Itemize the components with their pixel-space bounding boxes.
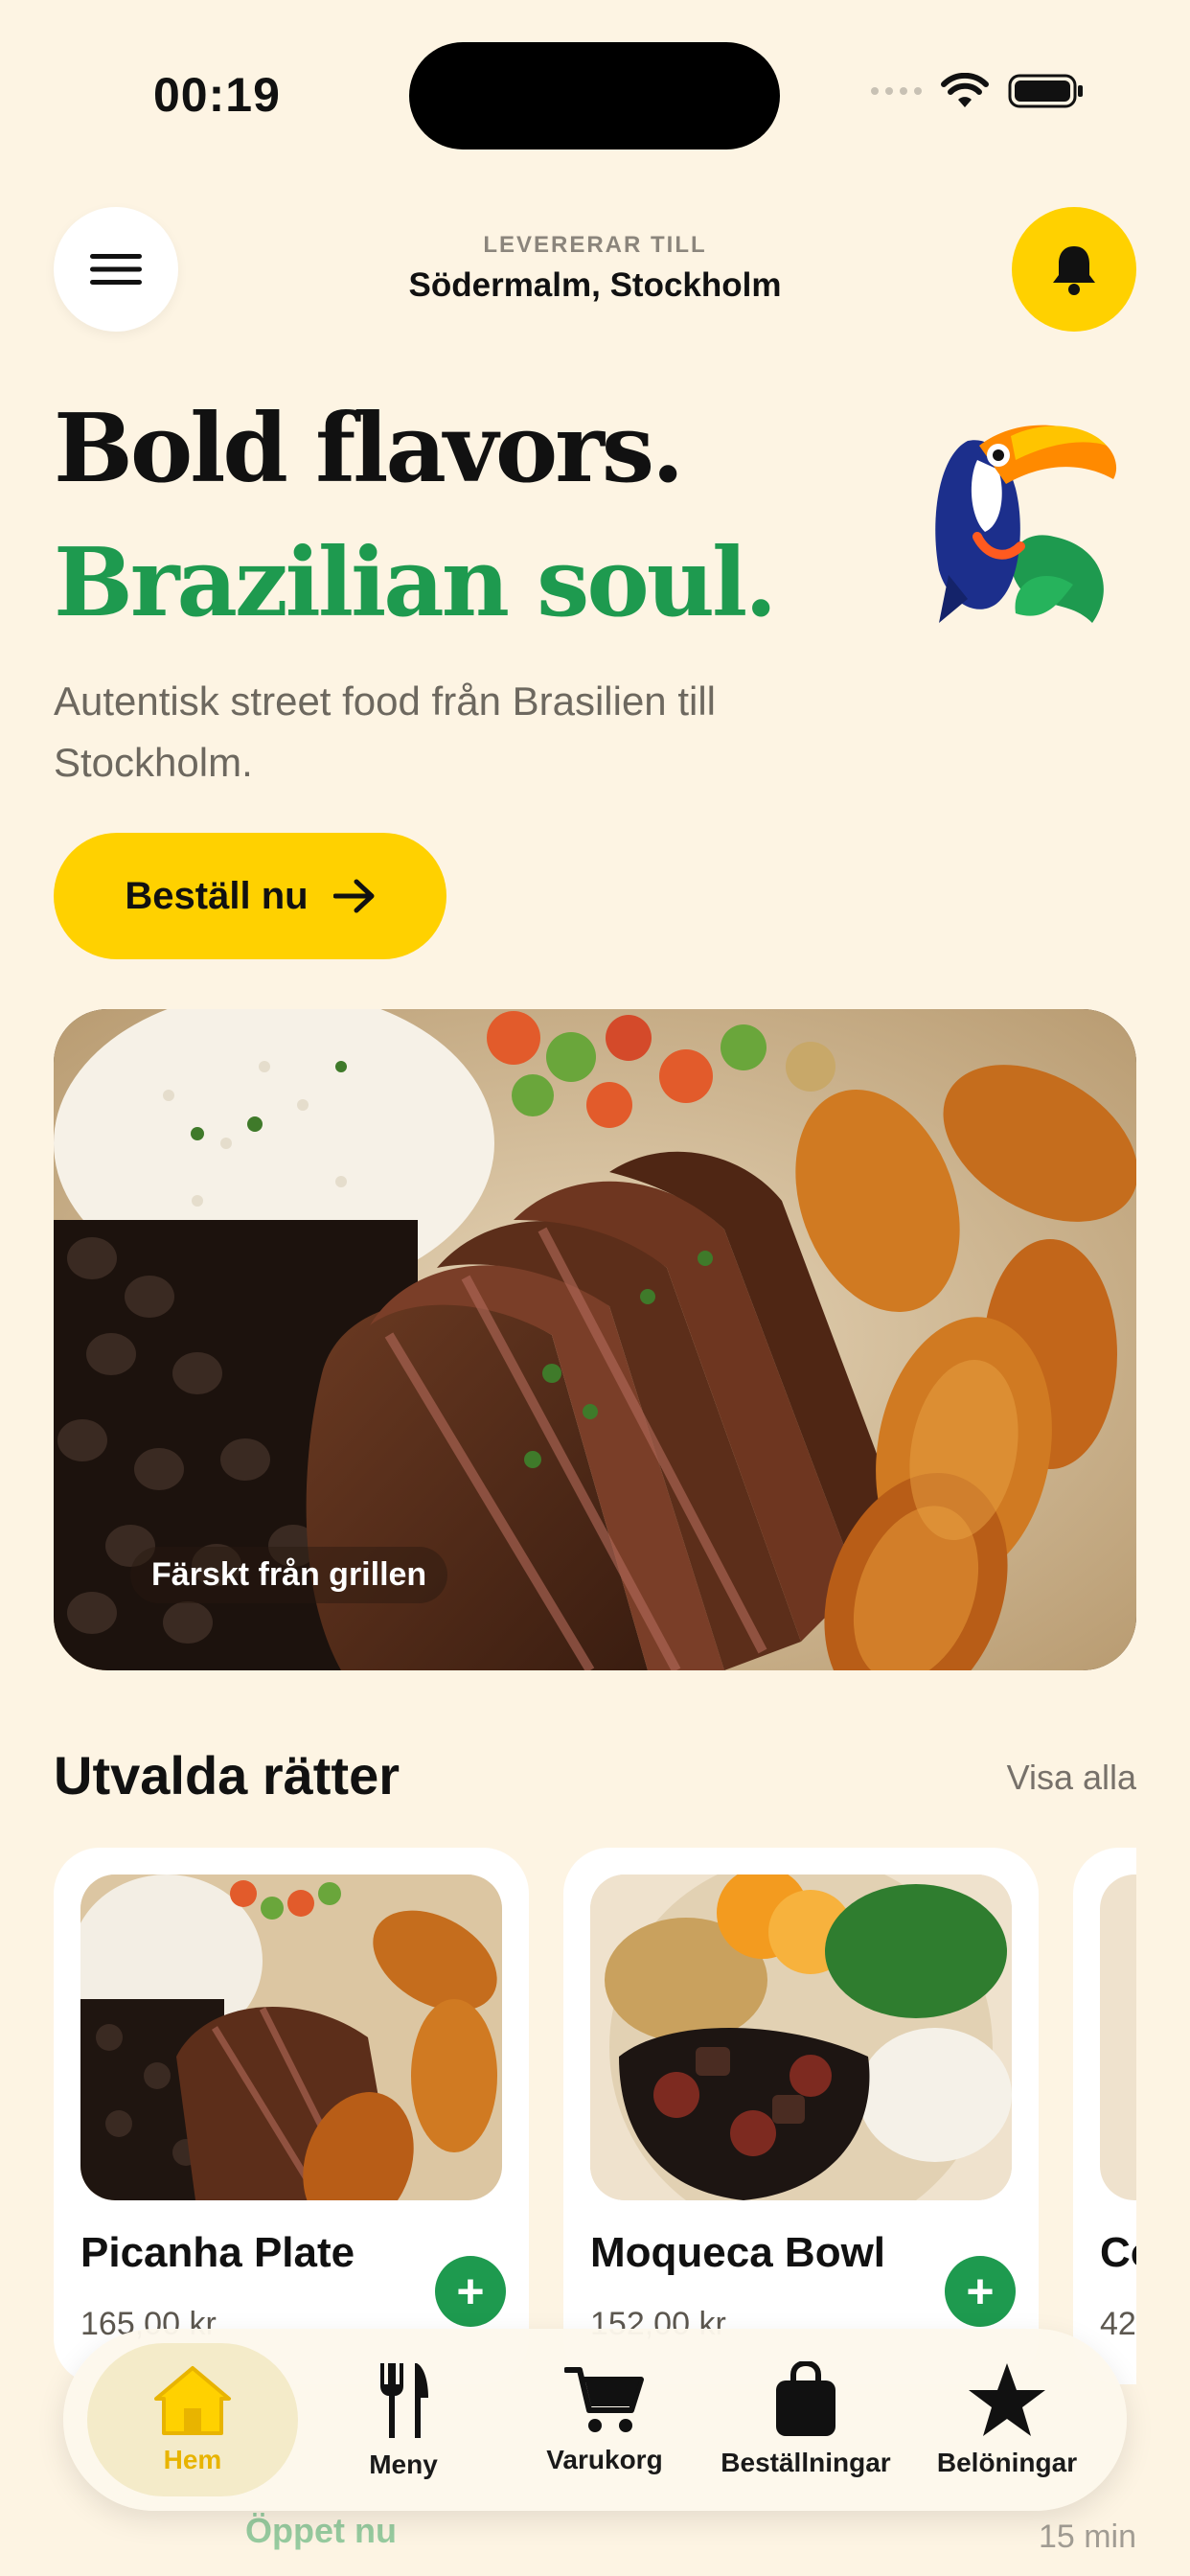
add-to-cart-button[interactable]: +	[945, 2256, 1016, 2327]
battery-icon	[1008, 74, 1083, 108]
nav-rewards-label: Belöningar	[936, 2448, 1078, 2477]
featured-dish-carousel[interactable]: Picanha Plate 165,00 kr + Moqueca Bowl 1…	[54, 1848, 1136, 2384]
dish-image	[80, 1874, 502, 2200]
hero-subtitle: Autentisk street food från Brasilien til…	[54, 678, 716, 785]
delivery-eta: 15 min	[1038, 2518, 1136, 2555]
bottom-nav: Hem Meny Varukorg Beställningar Belöning…	[63, 2329, 1127, 2511]
delivery-label: LEVERERAR TILL	[483, 232, 707, 258]
add-to-cart-button[interactable]: +	[435, 2256, 506, 2327]
store-status-row: Öppet nu 15 min	[54, 2511, 1136, 2568]
dish-name: Co	[1100, 2229, 1136, 2276]
see-all-link[interactable]: Visa alla	[1007, 1758, 1136, 1798]
dish-card[interactable]: Picanha Plate 165,00 kr +	[54, 1848, 529, 2384]
home-icon	[154, 2366, 231, 2435]
nav-menu[interactable]: Meny	[308, 2359, 499, 2480]
nav-orders[interactable]: Beställningar	[710, 2361, 902, 2478]
dish-image	[590, 1874, 1012, 2200]
dish-price: 42	[1100, 2306, 1136, 2342]
order-now-button[interactable]: Beställ nu	[54, 833, 446, 959]
star-icon	[969, 2363, 1045, 2436]
plus-icon: +	[966, 2265, 995, 2318]
plus-icon: +	[456, 2265, 485, 2318]
order-now-label: Beställ nu	[125, 874, 309, 917]
bell-icon	[1053, 246, 1095, 295]
nav-home-label: Hem	[163, 2445, 222, 2474]
nav-cart[interactable]: Varukorg	[509, 2364, 700, 2475]
delivery-location[interactable]: LEVERERAR TILL Södermalm, Stockholm	[287, 232, 903, 305]
nav-home[interactable]: Hem	[87, 2343, 298, 2496]
menu-button[interactable]	[54, 207, 178, 332]
notifications-button[interactable]	[1012, 207, 1136, 332]
hero-title: Bold flavors.	[54, 394, 684, 504]
dish-image	[1100, 1874, 1136, 2200]
nav-cart-label: Varukorg	[546, 2445, 663, 2474]
open-status: Öppet nu	[245, 2511, 397, 2550]
section-title: Utvalda rätter	[54, 1745, 400, 1806]
nav-rewards[interactable]: Belöningar	[911, 2361, 1103, 2478]
hamburger-icon	[90, 254, 142, 285]
status-time: 00:19	[153, 68, 281, 122]
arrow-right-icon	[332, 879, 375, 913]
nav-orders-label: Beställningar	[721, 2448, 891, 2477]
delivery-address: Södermalm, Stockholm	[408, 266, 782, 304]
cutlery-icon	[380, 2363, 428, 2438]
signal-icon	[871, 87, 922, 95]
dish-card[interactable]: Moqueca Bowl 152,00 kr +	[563, 1848, 1039, 2384]
toucan-illustration	[935, 425, 1117, 623]
hero-title-accent: Brazilian soul.	[54, 528, 777, 638]
dish-name: Picanha Plate	[80, 2229, 355, 2276]
hero-image-caption: Färskt från grillen	[130, 1547, 448, 1603]
dynamic-island	[409, 42, 780, 150]
status-icons	[871, 73, 1085, 109]
wifi-icon	[941, 73, 989, 107]
cart-icon	[564, 2367, 644, 2432]
nav-menu-label: Meny	[369, 2450, 438, 2479]
hero-food-image: Färskt från grillen	[54, 1009, 1136, 1670]
dish-name: Moqueca Bowl	[590, 2229, 886, 2276]
bag-icon	[776, 2361, 835, 2436]
dish-card[interactable]: Co 42	[1073, 1848, 1136, 2384]
